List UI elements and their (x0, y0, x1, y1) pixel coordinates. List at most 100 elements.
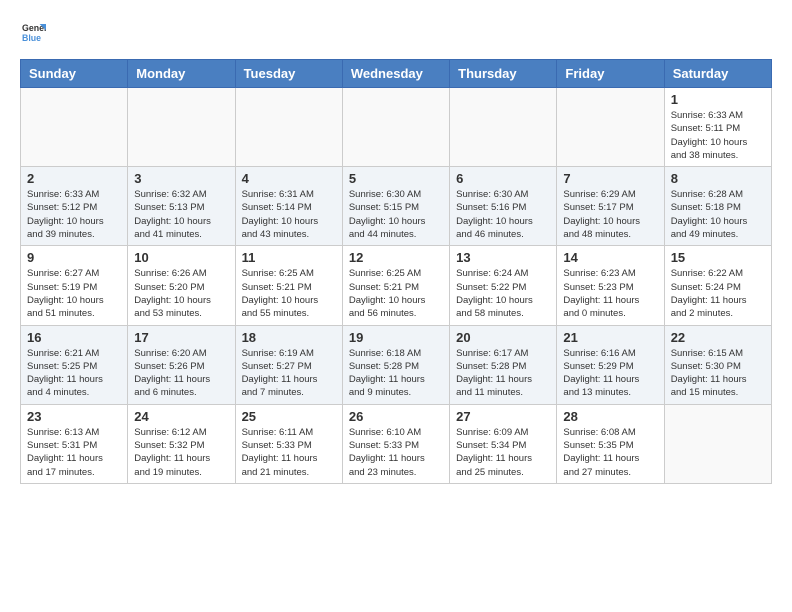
day-info: Sunrise: 6:15 AM Sunset: 5:30 PM Dayligh… (671, 347, 765, 400)
day-info: Sunrise: 6:22 AM Sunset: 5:24 PM Dayligh… (671, 267, 765, 320)
day-number: 6 (456, 171, 550, 186)
page-header: General Blue (20, 20, 772, 49)
day-number: 23 (27, 409, 121, 424)
calendar-day-cell: 11 Sunrise: 6:25 AM Sunset: 5:21 PM Dayli… (235, 246, 342, 325)
day-info: Sunrise: 6:29 AM Sunset: 5:17 PM Dayligh… (563, 188, 657, 241)
day-info: Sunrise: 6:18 AM Sunset: 5:28 PM Dayligh… (349, 347, 443, 400)
day-number: 18 (242, 330, 336, 345)
calendar-day-cell (128, 88, 235, 167)
calendar-day-cell: 9Sunrise: 6:27 AM Sunset: 5:19 PM Daylig… (21, 246, 128, 325)
day-info: Sunrise: 6:23 AM Sunset: 5:23 PM Dayligh… (563, 267, 657, 320)
day-info: Sunrise: 6:30 AM Sunset: 5:16 PM Dayligh… (456, 188, 550, 241)
day-number: 5 (349, 171, 443, 186)
calendar-day-cell: 28 Sunrise: 6:08 AM Sunset: 5:35 PM Dayli… (557, 404, 664, 483)
day-number: 3 (134, 171, 228, 186)
calendar-table: SundayMondayTuesdayWednesdayThursdayFrid… (20, 59, 772, 484)
day-number: 28 (563, 409, 657, 424)
svg-text:Blue: Blue (22, 33, 41, 43)
day-number: 13 (456, 250, 550, 265)
day-header-thursday: Thursday (450, 60, 557, 88)
calendar-day-cell: 14 Sunrise: 6:23 AM Sunset: 5:23 PM Dayli… (557, 246, 664, 325)
day-info: Sunrise: 6:33 AM Sunset: 5:11 PM Dayligh… (671, 109, 765, 162)
day-number: 11 (242, 250, 336, 265)
day-number: 19 (349, 330, 443, 345)
calendar-day-cell: 21 Sunrise: 6:16 AM Sunset: 5:29 PM Dayli… (557, 325, 664, 404)
calendar-day-cell (235, 88, 342, 167)
day-info: Sunrise: 6:13 AM Sunset: 5:31 PM Dayligh… (27, 426, 121, 479)
calendar-day-cell: 4 Sunrise: 6:31 AM Sunset: 5:14 PM Daylig… (235, 167, 342, 246)
day-header-saturday: Saturday (664, 60, 771, 88)
calendar-day-cell: 26Sunrise: 6:10 AM Sunset: 5:33 PM Dayli… (342, 404, 449, 483)
calendar-day-cell: 10 Sunrise: 6:26 AM Sunset: 5:20 PM Dayli… (128, 246, 235, 325)
day-info: Sunrise: 6:10 AM Sunset: 5:33 PM Dayligh… (349, 426, 443, 479)
calendar-body: 1 Sunrise: 6:33 AM Sunset: 5:11 PM Daylig… (21, 88, 772, 484)
calendar-week-row: 2 Sunrise: 6:33 AM Sunset: 5:12 PM Daylig… (21, 167, 772, 246)
calendar-day-cell: 19 Sunrise: 6:18 AM Sunset: 5:28 PM Dayli… (342, 325, 449, 404)
day-number: 2 (27, 171, 121, 186)
calendar-day-cell: 2 Sunrise: 6:33 AM Sunset: 5:12 PM Daylig… (21, 167, 128, 246)
calendar-day-cell: 13 Sunrise: 6:24 AM Sunset: 5:22 PM Dayli… (450, 246, 557, 325)
day-info: Sunrise: 6:25 AM Sunset: 5:21 PM Dayligh… (242, 267, 336, 320)
calendar-day-cell: 18 Sunrise: 6:19 AM Sunset: 5:27 PM Dayli… (235, 325, 342, 404)
day-number: 10 (134, 250, 228, 265)
calendar-day-cell (664, 404, 771, 483)
day-info: Sunrise: 6:20 AM Sunset: 5:26 PM Dayligh… (134, 347, 228, 400)
calendar-day-cell (450, 88, 557, 167)
day-info: Sunrise: 6:32 AM Sunset: 5:13 PM Dayligh… (134, 188, 228, 241)
calendar-day-cell: 5 Sunrise: 6:30 AM Sunset: 5:15 PM Daylig… (342, 167, 449, 246)
day-number: 14 (563, 250, 657, 265)
day-info: Sunrise: 6:31 AM Sunset: 5:14 PM Dayligh… (242, 188, 336, 241)
day-number: 21 (563, 330, 657, 345)
day-info: Sunrise: 6:08 AM Sunset: 5:35 PM Dayligh… (563, 426, 657, 479)
calendar-day-cell: 6 Sunrise: 6:30 AM Sunset: 5:16 PM Daylig… (450, 167, 557, 246)
calendar-day-cell: 22 Sunrise: 6:15 AM Sunset: 5:30 PM Dayli… (664, 325, 771, 404)
calendar-day-cell: 25Sunrise: 6:11 AM Sunset: 5:33 PM Dayli… (235, 404, 342, 483)
day-info: Sunrise: 6:11 AM Sunset: 5:33 PM Dayligh… (242, 426, 336, 479)
day-info: Sunrise: 6:19 AM Sunset: 5:27 PM Dayligh… (242, 347, 336, 400)
calendar-day-cell: 16 Sunrise: 6:21 AM Sunset: 5:25 PM Dayli… (21, 325, 128, 404)
day-info: Sunrise: 6:30 AM Sunset: 5:15 PM Dayligh… (349, 188, 443, 241)
day-number: 4 (242, 171, 336, 186)
calendar-day-cell: 24Sunrise: 6:12 AM Sunset: 5:32 PM Dayli… (128, 404, 235, 483)
calendar-day-cell: 12 Sunrise: 6:25 AM Sunset: 5:21 PM Dayli… (342, 246, 449, 325)
calendar-day-cell: 23 Sunrise: 6:13 AM Sunset: 5:31 PM Dayli… (21, 404, 128, 483)
calendar-day-cell: 20Sunrise: 6:17 AM Sunset: 5:28 PM Dayli… (450, 325, 557, 404)
day-number: 22 (671, 330, 765, 345)
day-number: 15 (671, 250, 765, 265)
day-number: 24 (134, 409, 228, 424)
calendar-day-cell: 7 Sunrise: 6:29 AM Sunset: 5:17 PM Daylig… (557, 167, 664, 246)
calendar-day-cell: 8 Sunrise: 6:28 AM Sunset: 5:18 PM Daylig… (664, 167, 771, 246)
day-number: 16 (27, 330, 121, 345)
day-info: Sunrise: 6:28 AM Sunset: 5:18 PM Dayligh… (671, 188, 765, 241)
day-header-friday: Friday (557, 60, 664, 88)
logo: General Blue (20, 20, 46, 49)
day-info: Sunrise: 6:33 AM Sunset: 5:12 PM Dayligh… (27, 188, 121, 241)
day-info: Sunrise: 6:26 AM Sunset: 5:20 PM Dayligh… (134, 267, 228, 320)
day-header-wednesday: Wednesday (342, 60, 449, 88)
calendar-header-row: SundayMondayTuesdayWednesdayThursdayFrid… (21, 60, 772, 88)
day-info: Sunrise: 6:09 AM Sunset: 5:34 PM Dayligh… (456, 426, 550, 479)
calendar-day-cell: 1 Sunrise: 6:33 AM Sunset: 5:11 PM Daylig… (664, 88, 771, 167)
calendar-day-cell (342, 88, 449, 167)
calendar-day-cell: 27 Sunrise: 6:09 AM Sunset: 5:34 PM Dayli… (450, 404, 557, 483)
calendar-week-row: 1 Sunrise: 6:33 AM Sunset: 5:11 PM Daylig… (21, 88, 772, 167)
day-number: 1 (671, 92, 765, 107)
day-info: Sunrise: 6:16 AM Sunset: 5:29 PM Dayligh… (563, 347, 657, 400)
day-number: 12 (349, 250, 443, 265)
day-info: Sunrise: 6:25 AM Sunset: 5:21 PM Dayligh… (349, 267, 443, 320)
day-number: 17 (134, 330, 228, 345)
day-header-monday: Monday (128, 60, 235, 88)
day-number: 20 (456, 330, 550, 345)
calendar-day-cell (557, 88, 664, 167)
day-info: Sunrise: 6:24 AM Sunset: 5:22 PM Dayligh… (456, 267, 550, 320)
day-number: 8 (671, 171, 765, 186)
day-number: 7 (563, 171, 657, 186)
calendar-week-row: 23 Sunrise: 6:13 AM Sunset: 5:31 PM Dayli… (21, 404, 772, 483)
day-header-tuesday: Tuesday (235, 60, 342, 88)
day-info: Sunrise: 6:21 AM Sunset: 5:25 PM Dayligh… (27, 347, 121, 400)
day-number: 27 (456, 409, 550, 424)
calendar-week-row: 9Sunrise: 6:27 AM Sunset: 5:19 PM Daylig… (21, 246, 772, 325)
day-header-sunday: Sunday (21, 60, 128, 88)
calendar-day-cell: 15 Sunrise: 6:22 AM Sunset: 5:24 PM Dayli… (664, 246, 771, 325)
day-info: Sunrise: 6:27 AM Sunset: 5:19 PM Dayligh… (27, 267, 121, 320)
